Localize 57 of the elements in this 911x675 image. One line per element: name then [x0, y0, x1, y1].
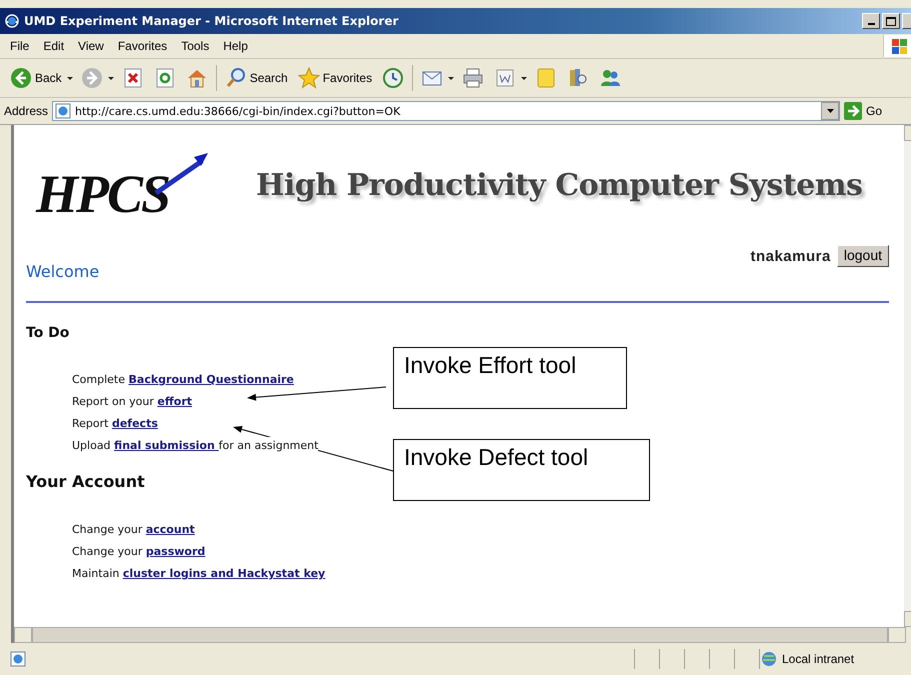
window-title: UMD Experiment Manager - Microsoft Internet Explorer [24, 14, 400, 28]
star-icon [298, 67, 320, 89]
section-heading: To Do [26, 325, 70, 341]
address-label: Address [4, 104, 48, 118]
books-icon [567, 67, 590, 89]
menu-item[interactable]: View [78, 39, 104, 53]
welcome-heading: Welcome [26, 262, 100, 283]
history-icon [382, 67, 404, 89]
page-link[interactable]: effort [157, 395, 192, 408]
logo-text: HPCS [36, 163, 170, 226]
address-field[interactable]: http://care.cs.umd.edu:38666/cgi-bin/index.cgi?button=OK [52, 101, 840, 121]
page-link[interactable]: defects [112, 417, 158, 430]
search-button[interactable]: Search [222, 65, 290, 91]
page-icon [55, 103, 72, 119]
page-link[interactable]: cluster logins and Hackystat key [122, 567, 326, 580]
page-link[interactable]: password [146, 545, 206, 558]
go-arrow-icon [844, 102, 862, 120]
note-icon [535, 67, 558, 89]
menu-item[interactable]: File [10, 39, 30, 53]
minimize-button[interactable] [862, 13, 880, 29]
section-heading: Your Account [26, 472, 146, 491]
maximize-button[interactable] [882, 13, 900, 29]
people-icon [599, 67, 622, 89]
document-icon [494, 67, 516, 89]
page-link[interactable]: final submission [114, 439, 219, 452]
caret-icon [826, 109, 834, 113]
menu-item[interactable]: Tools [181, 39, 210, 53]
page-link[interactable]: Background Questionnaire [128, 373, 294, 386]
stop-icon [122, 67, 144, 89]
callout-box: Invoke Effort tool [393, 347, 627, 409]
callout-box: Invoke Defect tool [393, 439, 650, 501]
refresh-icon [154, 67, 176, 89]
menu-item[interactable]: Favorites [118, 39, 168, 53]
menu-item[interactable]: Edit [43, 39, 64, 53]
page-icon [10, 651, 26, 667]
site-title: High Productivity Computer Systems [256, 168, 862, 202]
go-button[interactable]: Go [844, 102, 882, 120]
page-link[interactable]: account [146, 523, 195, 536]
search-icon [224, 67, 247, 89]
username-text: tnakamura [750, 248, 831, 264]
windows-flag-icon [890, 36, 908, 56]
home-icon [186, 67, 208, 89]
favorites-button[interactable]: Favorites [296, 65, 374, 91]
zone-text: Local intranet [782, 652, 854, 666]
task-text: Upload final submission for an assignment [72, 437, 318, 454]
dropdown-caret-icon [521, 76, 528, 80]
dropdown-caret-icon [448, 76, 454, 80]
logout-button[interactable]: logout [836, 245, 889, 267]
horizontal-scrollbar[interactable] [11, 627, 906, 643]
globe-icon [760, 650, 778, 668]
back-button[interactable]: Back [8, 65, 64, 91]
dropdown-button[interactable] [821, 102, 840, 120]
printer-icon [462, 67, 484, 89]
ie-logo-icon [4, 13, 20, 29]
menu-item[interactable]: Help [223, 39, 248, 53]
dropdown-caret-icon [108, 76, 114, 80]
dropdown-caret-icon [66, 76, 73, 80]
